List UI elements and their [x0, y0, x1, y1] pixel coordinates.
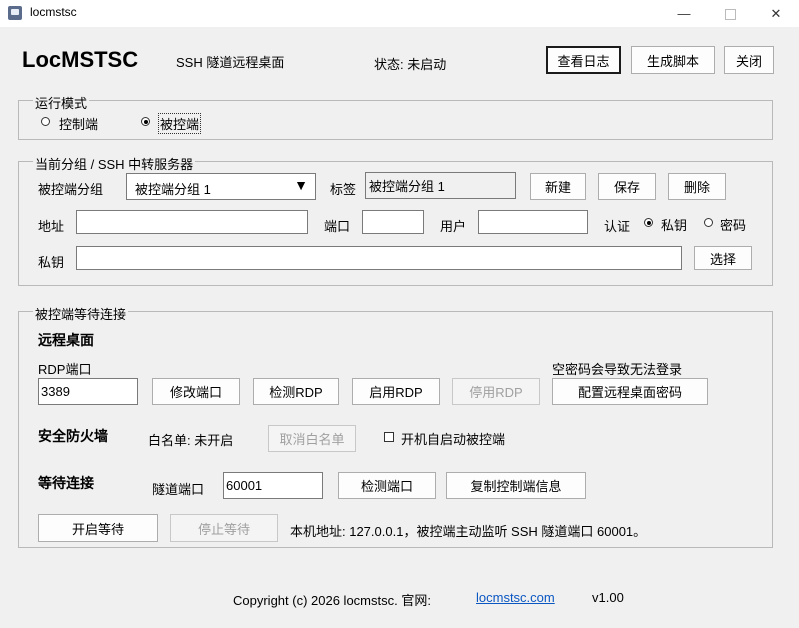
waiting-legend: 被控端等待连接: [33, 304, 129, 323]
auth-password-label[interactable]: 密码: [720, 215, 746, 234]
delete-group-button[interactable]: 删除: [668, 173, 726, 200]
local-address-text: 本机地址: 127.0.0.1，被控端主动监听 SSH 隧道端口 60001。: [290, 524, 647, 539]
generate-script-button[interactable]: 生成脚本: [631, 46, 715, 74]
disable-rdp-button[interactable]: 停用RDP: [452, 378, 540, 405]
auth-password-radio[interactable]: [704, 218, 713, 227]
address-field[interactable]: [76, 210, 308, 234]
view-log-button[interactable]: 查看日志: [546, 46, 621, 74]
group-select-value: 被控端分组 1: [135, 182, 211, 197]
user-field[interactable]: [478, 210, 588, 234]
mode-controller-label[interactable]: 控制端: [59, 114, 98, 133]
app-subtitle: SSH 隧道远程桌面: [176, 55, 285, 70]
mode-controlled-radio[interactable]: [141, 117, 150, 126]
firewall-heading: 安全防火墙: [38, 428, 108, 444]
whitelist-status: 白名单: 未开启: [148, 433, 234, 448]
version-text: v1.00: [592, 590, 624, 605]
auth-key-label[interactable]: 私钥: [661, 215, 687, 234]
check-rdp-button[interactable]: 检测RDP: [253, 378, 339, 405]
tunnel-port-label: 隧道端口: [152, 482, 205, 497]
tunnel-port-field[interactable]: 60001: [223, 472, 323, 499]
group-label: 被控端分组: [38, 182, 104, 197]
choose-key-button[interactable]: 选择: [694, 246, 752, 270]
port-field[interactable]: [362, 210, 424, 234]
rdp-port-label: RDP端口: [38, 362, 92, 377]
key-path-field[interactable]: [76, 246, 682, 270]
wait-heading: 等待连接: [38, 475, 94, 491]
save-group-button[interactable]: 保存: [598, 173, 656, 200]
empty-password-warning: 空密码会导致无法登录: [552, 362, 683, 377]
remote-desktop-heading: 远程桌面: [38, 332, 94, 348]
maximize-button[interactable]: [707, 0, 753, 27]
modify-port-button[interactable]: 修改端口: [152, 378, 240, 405]
app-icon: [8, 6, 22, 20]
key-label: 私钥: [38, 255, 65, 270]
mode-controller-radio[interactable]: [41, 117, 50, 126]
check-port-button[interactable]: 检测端口: [338, 472, 436, 499]
port-label: 端口: [324, 219, 351, 234]
minimize-button[interactable]: —: [661, 0, 707, 27]
mode-legend: 运行模式: [33, 93, 90, 112]
waiting-group: [18, 311, 773, 548]
rdp-port-field[interactable]: 3389: [38, 378, 138, 405]
window-title: locmstsc: [30, 5, 77, 19]
copy-info-button[interactable]: 复制控制端信息: [446, 472, 586, 499]
autostart-label[interactable]: 开机自启动被控端: [401, 429, 505, 448]
config-password-button[interactable]: 配置远程桌面密码: [552, 378, 708, 405]
app-name: LocMSTSC: [22, 47, 139, 72]
group-select[interactable]: 被控端分组 1 ▼: [126, 173, 316, 200]
status-text: 状态: 未启动: [374, 57, 447, 72]
copyright-text: Copyright (c) 2026 locmstsc. 官网:: [233, 593, 431, 608]
close-window-button[interactable]: ✕: [753, 0, 799, 27]
enable-rdp-button[interactable]: 启用RDP: [352, 378, 440, 405]
website-link[interactable]: locmstsc.com: [476, 590, 555, 605]
auth-key-radio[interactable]: [644, 218, 653, 227]
close-button[interactable]: 关闭: [724, 46, 774, 74]
tag-field[interactable]: 被控端分组 1: [365, 172, 516, 199]
autostart-checkbox[interactable]: [384, 432, 394, 442]
address-label: 地址: [38, 219, 65, 234]
cancel-whitelist-button[interactable]: 取消白名单: [268, 425, 356, 452]
server-legend: 当前分组 / SSH 中转服务器: [33, 154, 196, 173]
tag-label: 标签: [330, 182, 357, 197]
maximize-icon: [724, 9, 736, 21]
mode-controlled-label[interactable]: 被控端: [158, 113, 202, 134]
chevron-down-icon: ▼: [294, 177, 308, 193]
mode-group: [18, 100, 773, 140]
stop-wait-button[interactable]: 停止等待: [170, 514, 278, 542]
auth-label: 认证: [604, 219, 631, 234]
start-wait-button[interactable]: 开启等待: [38, 514, 158, 542]
user-label: 用户: [440, 219, 467, 234]
new-group-button[interactable]: 新建: [530, 173, 586, 200]
